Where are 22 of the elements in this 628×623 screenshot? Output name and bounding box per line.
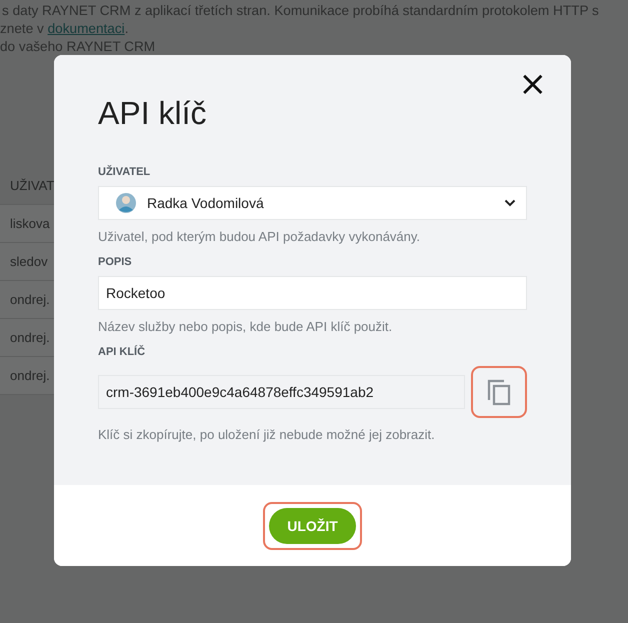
field-label: API KLÍČ [98, 346, 146, 358]
field-hint: Klíč si zkopírujte, po uložení již nebude možné jej zobrazit. [98, 427, 436, 442]
dialog-title: API klíč [98, 95, 208, 132]
field-hint: Název služby nebo popis, kde bude API klíč použit. [98, 319, 394, 334]
table-cell: liskova [0, 205, 54, 243]
field-label: POPIS [98, 256, 133, 268]
description-field[interactable]: Rocketoo [98, 276, 527, 310]
copy-icon [486, 378, 512, 406]
chevron-down-icon [504, 199, 516, 207]
field-label: UŽIVATEL [98, 166, 152, 178]
doc-text: znete v dokumentaci. [0, 21, 128, 36]
intro-text: do vašeho RAYNET CRM [0, 38, 156, 56]
table-cell: ondrej. [0, 357, 54, 395]
field-hint: Uživatel, pod kterým budou API požadavky vykonávány. [98, 229, 422, 244]
intro-text: s daty RAYNET CRM z aplikací třetích stran. Komunikace probíhá standardním protokolem HTTP s [1, 2, 600, 20]
table-cell: ondrej. [0, 319, 54, 357]
table-cell: ondrej. [0, 281, 54, 319]
api-key-field[interactable]: crm-3691eb400e9c4a64878effc349591ab2 [98, 375, 465, 409]
close-button[interactable]: × [514, 67, 551, 101]
user-select[interactable]: Radka Vodomilová [98, 186, 527, 220]
table-cell: sledov [0, 243, 54, 281]
avatar-icon [115, 192, 137, 214]
